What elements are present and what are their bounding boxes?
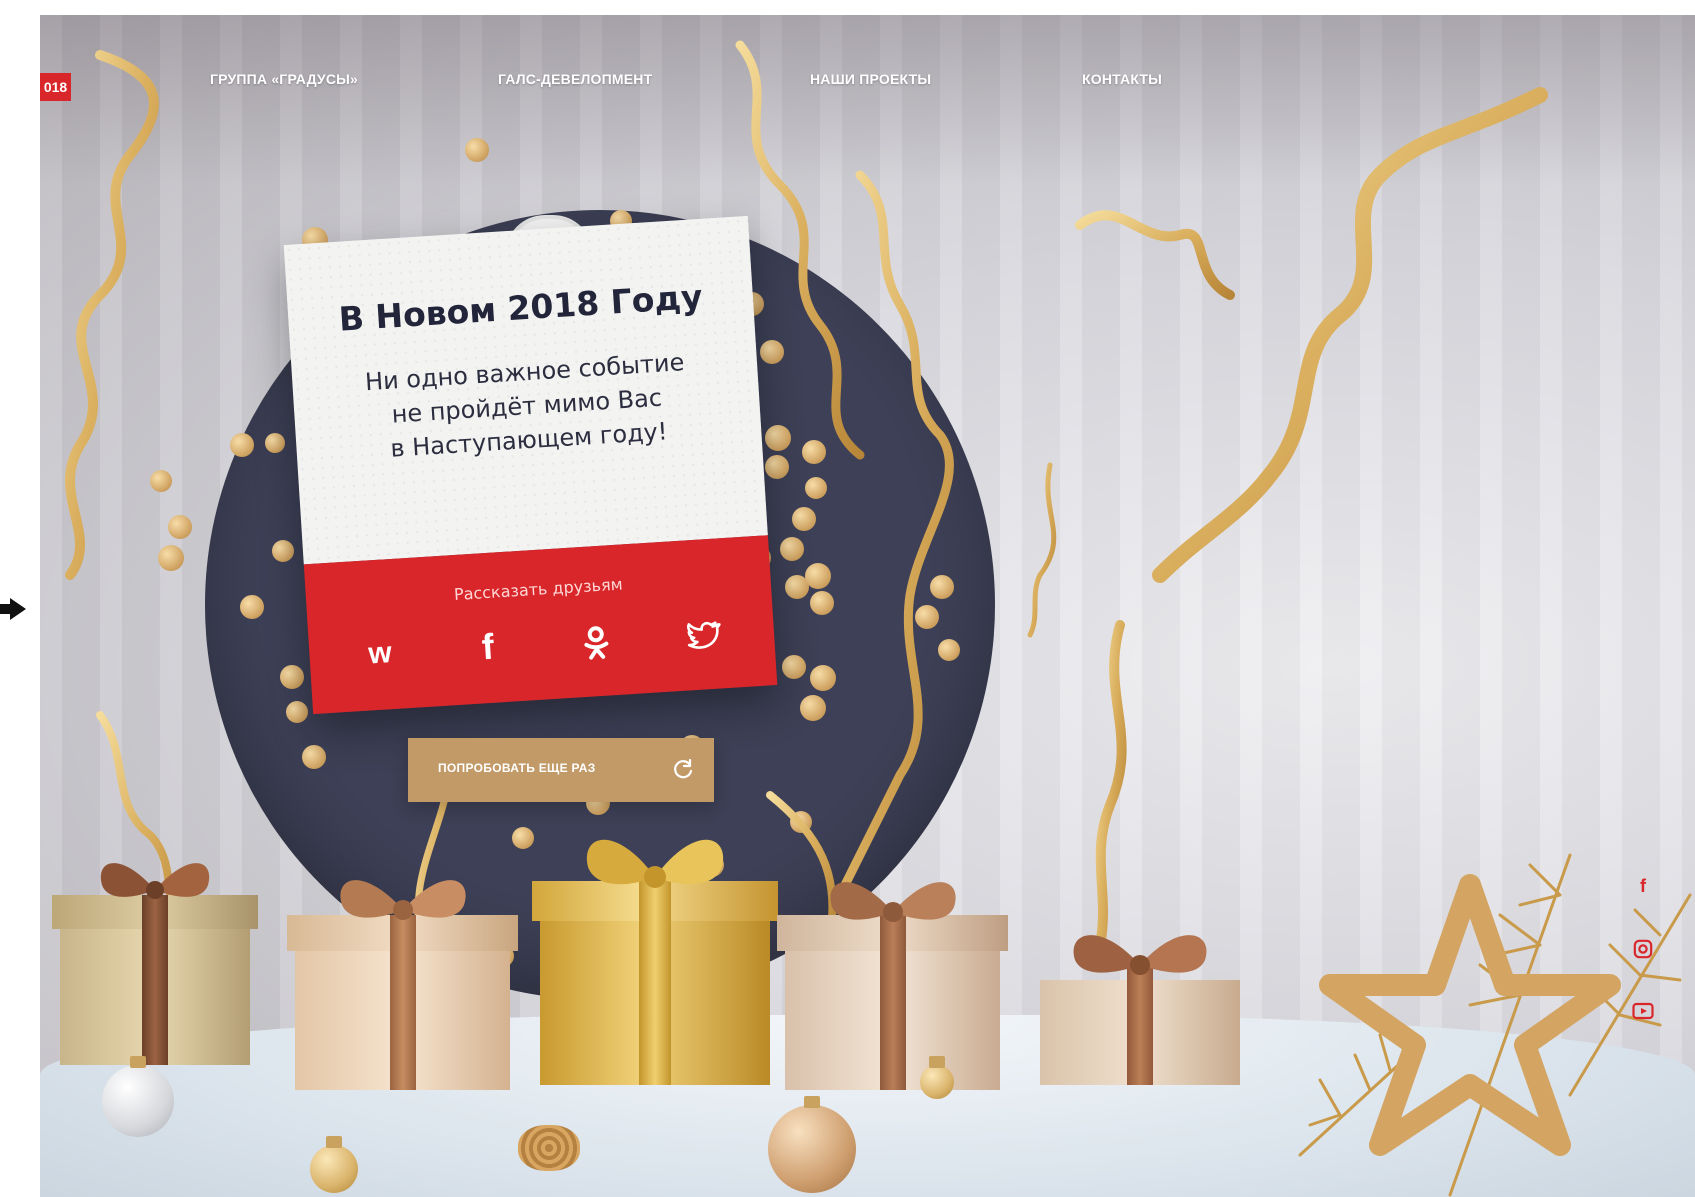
card-title: В Новом 2018 Году xyxy=(337,276,704,339)
card-message-area: В Новом 2018 Году Ни одно важное событие… xyxy=(283,215,768,565)
nav-link-gradusy[interactable]: ГРУППА «ГРАДУСЫ» xyxy=(210,71,358,87)
gift-box xyxy=(287,880,518,1090)
confetti-dot xyxy=(760,340,784,364)
confetti-dot xyxy=(780,537,804,561)
confetti-dot xyxy=(810,591,834,615)
nav-link-gals-development[interactable]: ГАЛС-ДЕВЕЛОПМЕНТ xyxy=(498,71,652,87)
twitter-icon[interactable] xyxy=(680,610,727,657)
logo-badge[interactable]: 018 xyxy=(40,73,71,101)
confetti-dot xyxy=(150,470,172,492)
try-again-button[interactable]: ПОПРОБОВАТЬ ЕЩЕ РАЗ xyxy=(408,738,714,802)
silver-ornament xyxy=(102,1056,174,1137)
confetti-dot xyxy=(782,655,806,679)
confetti-dot xyxy=(765,425,791,451)
confetti-dot xyxy=(465,138,489,162)
confetti-dot xyxy=(286,701,308,723)
confetti-dot xyxy=(930,575,954,599)
instagram-icon[interactable] xyxy=(1632,939,1654,961)
confetti-dot xyxy=(800,695,826,721)
card-share-area: Рассказать друзьям ᴡ f xyxy=(303,535,778,715)
pine-branches xyxy=(1298,853,1692,1197)
confetti-dot xyxy=(802,440,826,464)
greeting-card: В Новом 2018 Году Ни одно важное событие… xyxy=(283,215,778,715)
pine-cone xyxy=(518,1125,580,1171)
confetti-dot xyxy=(158,545,184,571)
confetti-dot xyxy=(230,433,254,457)
gift-box xyxy=(777,882,1008,1090)
confetti-dot xyxy=(915,605,939,629)
confetti-dot xyxy=(272,540,294,562)
gold-ornament xyxy=(768,1096,856,1193)
confetti-dot xyxy=(810,665,836,691)
confetti-dot xyxy=(280,665,304,689)
try-again-label: ПОПРОБОВАТЬ ЕЩЕ РАЗ xyxy=(438,761,596,775)
confetti-dot xyxy=(790,811,812,833)
gold-ornament xyxy=(920,1056,954,1099)
confetti-dot xyxy=(240,595,264,619)
refresh-icon xyxy=(674,758,693,779)
gold-gift-box xyxy=(532,839,778,1085)
confetti-dot xyxy=(792,507,816,531)
facebook-icon[interactable]: f xyxy=(1632,875,1654,897)
youtube-icon[interactable] xyxy=(1632,1000,1654,1022)
arrow-right-icon[interactable] xyxy=(0,598,26,620)
share-label: Рассказать друзьям xyxy=(453,574,624,605)
top-nav: 018 ГРУППА «ГРАДУСЫ» ГАЛС-ДЕВЕЛОПМЕНТ НА… xyxy=(40,15,1695,101)
odnoklassniki-icon[interactable] xyxy=(572,617,619,664)
gift-box xyxy=(52,863,258,1065)
confetti-dot xyxy=(302,745,326,769)
confetti-dot xyxy=(938,639,960,661)
confetti-dot xyxy=(168,515,192,539)
nav-link-contacts[interactable]: КОНТАКТЫ xyxy=(1082,71,1162,87)
facebook-icon[interactable]: f xyxy=(465,624,512,671)
confetti-dot xyxy=(805,563,831,589)
vk-icon[interactable]: ᴡ xyxy=(357,630,404,677)
confetti-dot xyxy=(805,477,827,499)
social-share-list: ᴡ f xyxy=(308,607,775,680)
page-frame: 018 ГРУППА «ГРАДУСЫ» ГАЛС-ДЕВЕЛОПМЕНТ НА… xyxy=(40,15,1695,1197)
confetti-dot xyxy=(512,827,534,849)
confetti-dot xyxy=(265,433,285,453)
nav-link-projects[interactable]: НАШИ ПРОЕКТЫ xyxy=(810,71,931,87)
gold-ornament xyxy=(310,1136,358,1193)
confetti-dot xyxy=(765,455,789,479)
gift-box xyxy=(1040,935,1240,1085)
